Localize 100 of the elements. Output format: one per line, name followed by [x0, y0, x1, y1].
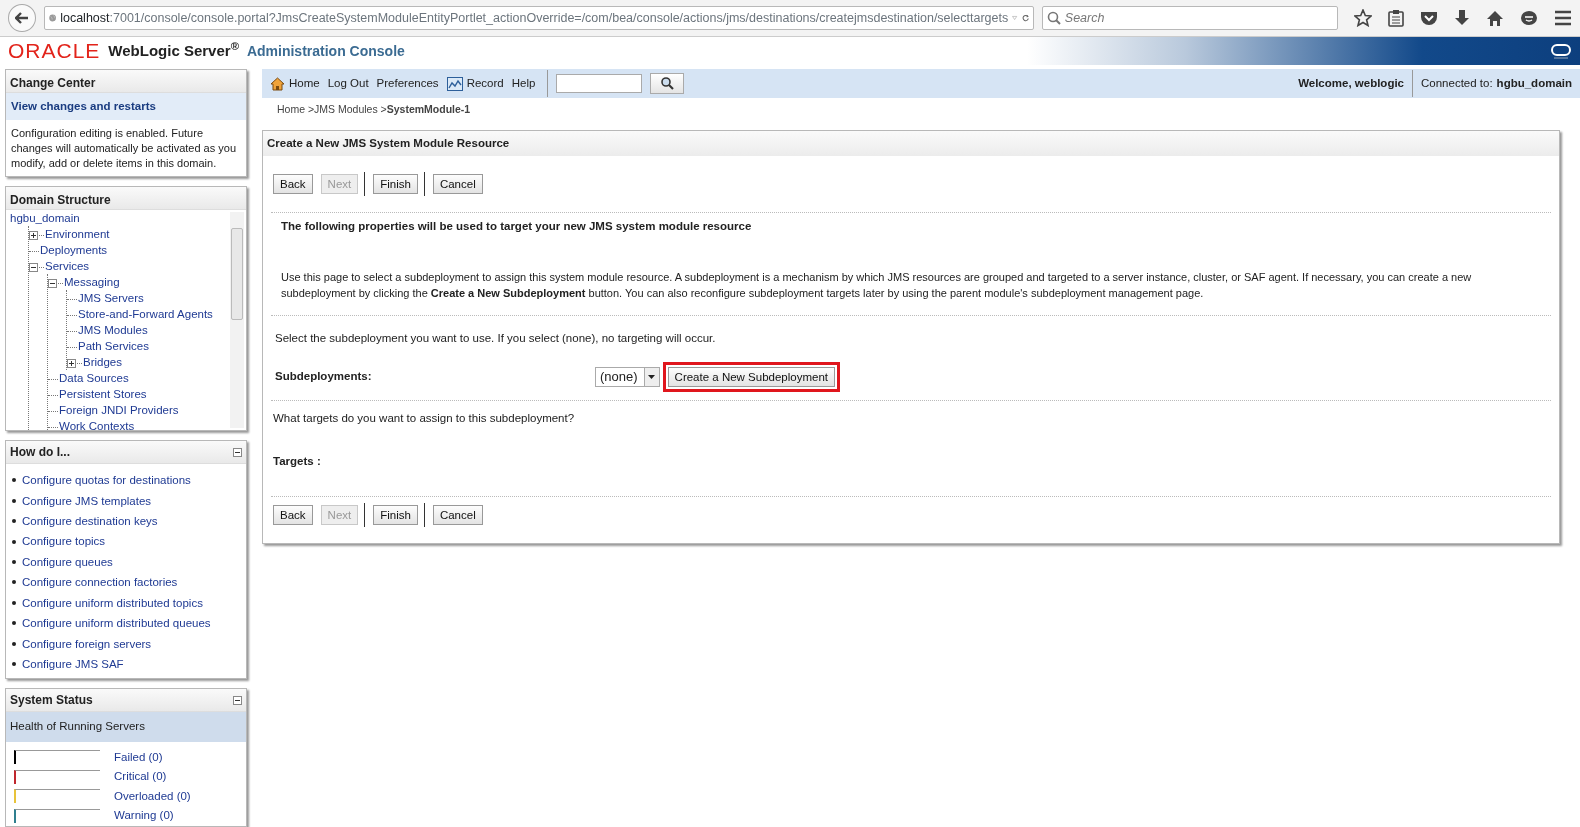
- breadcrumb-item[interactable]: Home >: [277, 102, 315, 118]
- toolbar-link[interactable]: Record: [446, 74, 504, 93]
- url-host: localhost: [60, 9, 110, 27]
- caret-icon: [648, 374, 656, 379]
- expander-icon[interactable]: [29, 230, 38, 240]
- bullet-icon: [12, 478, 16, 483]
- bullet-icon: [12, 539, 16, 544]
- expander-icon[interactable]: [48, 278, 57, 288]
- how-to-link[interactable]: Configure JMS templates: [22, 490, 152, 512]
- wizard-button[interactable]: Cancel: [432, 174, 483, 194]
- home-icon: [270, 76, 285, 91]
- search-icon: [1046, 11, 1061, 25]
- oracle-ring-icon: [1550, 42, 1572, 60]
- create-subdeployment-button[interactable]: Create a New Subdeployment: [667, 366, 835, 387]
- field-label: Targets :: [272, 453, 322, 469]
- tree-item[interactable]: Store-and-Forward Agents: [78, 308, 213, 321]
- search-field[interactable]: Search: [1041, 6, 1338, 30]
- clipboard-icon[interactable]: [1388, 9, 1404, 27]
- chat-icon[interactable]: [1520, 9, 1538, 27]
- toolbar-link[interactable]: Home: [270, 74, 320, 93]
- info-text: Configuration editing is enabled. Future changes will automatically be activated as you modify, add or delete items in this domain.: [10, 126, 237, 172]
- tree-item[interactable]: Data Sources: [59, 372, 129, 385]
- field-label: Subdeployments:: [275, 368, 373, 384]
- chart-icon: [446, 76, 463, 91]
- how-to-link[interactable]: Configure connection factories: [22, 572, 178, 593]
- toolbar-link[interactable]: Log Out: [327, 74, 369, 93]
- hint-text: Select the subdeployment you want to use. If you select (none), no targeting will occur.: [274, 331, 717, 347]
- tree-item[interactable]: Work Contexts: [59, 420, 135, 431]
- search-placeholder: Search: [1064, 9, 1105, 27]
- back-button[interactable]: [8, 4, 36, 32]
- wizard-button[interactable]: Back: [273, 505, 313, 525]
- question-text: What targets do you want to assign to this subdeployment?: [272, 410, 576, 426]
- subdeployment-select[interactable]: (none): [595, 366, 660, 387]
- bullet-icon: [12, 621, 16, 626]
- intro-text: Use this page to select a subdeployment to assign this system module resource. A subdeployment is a mechanism by which JMS resources are grouped and targeted to a server instance, cluster, or SAF agent. If necessary, you can create a new subdeployment by clicking the Create a New Subdeployment button. You can also reconfigure subdeployment targets later by using the parent module's subdeployment management page.: [280, 270, 1473, 302]
- bullet-icon: [12, 662, 16, 667]
- breadcrumb-item: SystemModule-1: [386, 102, 471, 117]
- search-icon: [660, 77, 674, 90]
- tree-item[interactable]: Environment: [45, 228, 110, 241]
- star-icon[interactable]: [1354, 9, 1372, 27]
- status-link[interactable]: Critical (0): [114, 768, 167, 786]
- tree-item[interactable]: Bridges: [83, 356, 122, 369]
- panel-title: Change Center: [6, 70, 246, 93]
- url-field[interactable]: localhost:7001/console/console.portal?JmsCreateSystemModuleEntityPortlet_actionOverride=/com/bea/console/actions/jms/destinations/createjmsdestination/selecttargets: [43, 6, 1034, 30]
- status-link[interactable]: Overloaded (0): [114, 787, 191, 805]
- menu-icon[interactable]: [1554, 10, 1572, 26]
- wizard-button[interactable]: Back: [273, 174, 313, 194]
- section-subtitle: Health of Running Servers: [6, 712, 246, 742]
- panel-title: How do I...: [10, 444, 70, 462]
- tree-item[interactable]: JMS Servers: [78, 292, 144, 305]
- wizard-button[interactable]: Finish: [373, 174, 418, 194]
- how-to-link[interactable]: Configure topics: [22, 531, 106, 552]
- breadcrumb-item[interactable]: JMS Modules >: [314, 102, 387, 118]
- how-to-link[interactable]: Configure uniform distributed topics: [22, 592, 203, 614]
- pocket-icon[interactable]: [1420, 10, 1438, 26]
- welcome-text: Welcome, weblogic: [1298, 75, 1404, 91]
- connected-label: Connected to:: [1421, 75, 1493, 91]
- expander-icon[interactable]: [29, 262, 38, 272]
- bullet-icon: [12, 519, 16, 524]
- url-path: :7001/console/console.portal?JmsCreateSystemModuleEntityPortlet_actionOverride=/com/bea/console/actions/jms/destinations/createjmsdestination/selecttargets: [109, 9, 1009, 27]
- console-subtitle: Administration Console: [246, 41, 405, 61]
- bullet-icon: [12, 600, 16, 605]
- scrollbar[interactable]: [230, 212, 244, 429]
- search-button[interactable]: [650, 73, 685, 94]
- bullet-icon: [12, 641, 16, 646]
- bullet-icon: [12, 498, 16, 503]
- toolbar-link[interactable]: Help: [511, 74, 536, 93]
- back-arrow-icon: [14, 12, 29, 24]
- tree-item[interactable]: Messaging: [64, 276, 120, 289]
- tree-item[interactable]: Persistent Stores: [59, 388, 147, 401]
- status-link[interactable]: Warning (0): [114, 807, 174, 825]
- panel-title: Domain Structure: [6, 187, 246, 211]
- bullet-icon: [12, 580, 16, 585]
- search-field[interactable]: [556, 74, 643, 93]
- how-to-link[interactable]: Configure foreign servers: [22, 633, 152, 654]
- how-to-link[interactable]: Configure JMS SAF: [22, 653, 124, 675]
- home-icon[interactable]: [1486, 9, 1504, 27]
- wizard-button[interactable]: Finish: [373, 505, 418, 525]
- how-to-link[interactable]: Configure quotas for destinations: [22, 470, 191, 491]
- oracle-logo: ORACLE: [8, 38, 101, 65]
- tree-item[interactable]: Deployments: [40, 244, 108, 257]
- tree-item[interactable]: JMS Modules: [78, 324, 148, 337]
- panel-title: Create a New JMS System Module Resource: [263, 130, 1559, 156]
- collapse-icon[interactable]: [233, 447, 242, 457]
- download-icon[interactable]: [1454, 9, 1470, 27]
- how-to-link[interactable]: Configure uniform distributed queues: [22, 613, 211, 634]
- section-heading: The following properties will be used to target your new JMS system module resource: [280, 219, 753, 234]
- tree-item[interactable]: hgbu_domain: [10, 212, 80, 225]
- wizard-button[interactable]: Cancel: [432, 505, 483, 525]
- how-to-link[interactable]: Configure queues: [22, 551, 113, 573]
- product-name: WebLogic Server$^{®}$: [108, 39, 239, 61]
- tree-item[interactable]: Path Services: [78, 340, 149, 353]
- collapse-icon[interactable]: [233, 695, 242, 705]
- toolbar-link[interactable]: Preferences: [376, 74, 439, 93]
- status-link[interactable]: Failed (0): [114, 748, 163, 766]
- expander-icon[interactable]: [67, 358, 76, 368]
- domain-name: hgbu_domain: [1496, 75, 1572, 91]
- tree-item[interactable]: Foreign JNDI Providers: [59, 404, 179, 417]
- how-to-link[interactable]: Configure destination keys: [22, 511, 158, 532]
- tree-item[interactable]: Services: [45, 260, 90, 273]
